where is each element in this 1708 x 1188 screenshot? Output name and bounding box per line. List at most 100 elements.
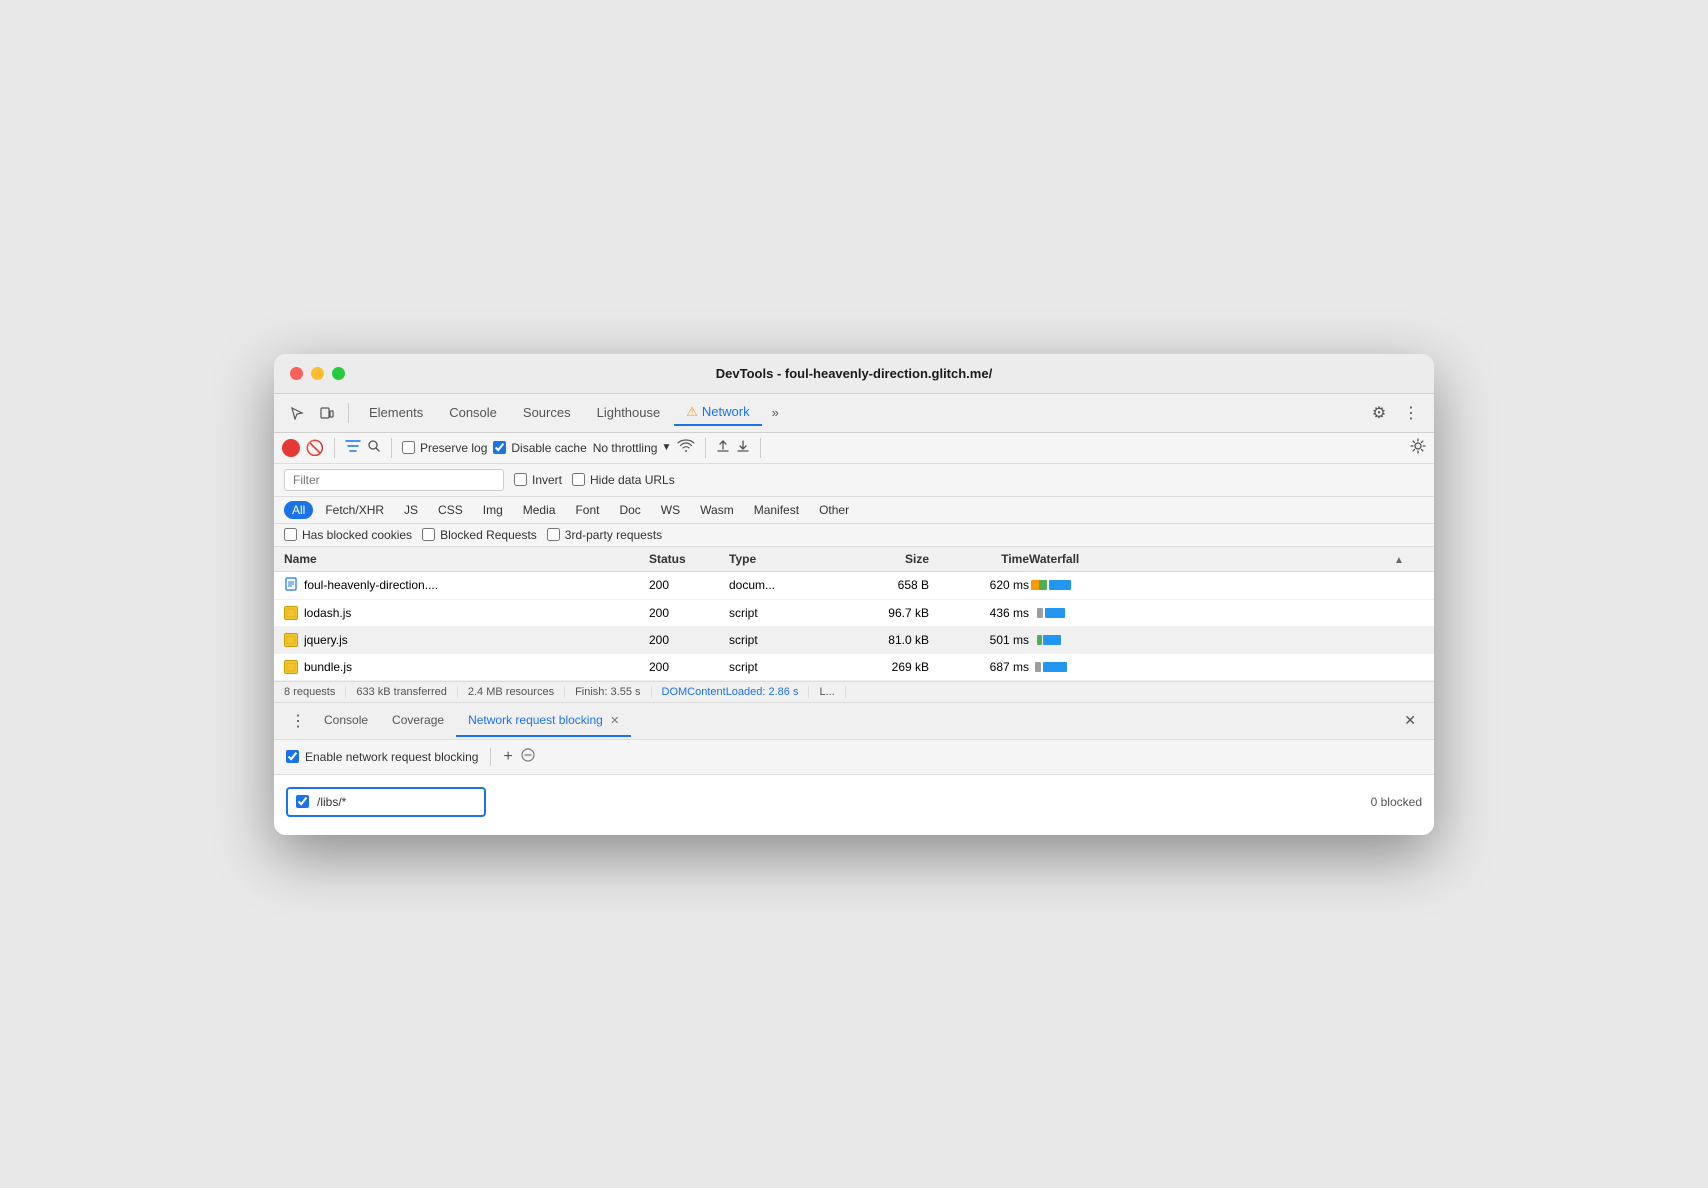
row-name: foul-heavenly-direction.... xyxy=(284,577,649,594)
row-type: docum... xyxy=(729,578,829,592)
status-bar: 8 requests 633 kB transferred 2.4 MB res… xyxy=(274,681,1434,703)
row-name-text: jquery.js xyxy=(304,633,348,647)
tab-network[interactable]: ⚠ Network xyxy=(674,400,761,426)
hide-data-urls-checkbox[interactable] xyxy=(572,473,585,486)
close-bottom-panel-button[interactable]: ✕ xyxy=(1396,706,1424,735)
blocked-count: 0 blocked xyxy=(1371,795,1422,809)
upload-icon[interactable] xyxy=(716,439,730,456)
type-filter-bar: All Fetch/XHR JS CSS Img Media Font Doc … xyxy=(274,497,1434,524)
blocked-requests-label[interactable]: Blocked Requests xyxy=(422,528,537,542)
blocking-pattern: /libs/* xyxy=(317,795,346,809)
col-size: Size xyxy=(829,552,929,566)
blocking-item-checkbox[interactable] xyxy=(296,795,309,808)
type-btn-media[interactable]: Media xyxy=(515,501,564,519)
type-btn-fetchxhr[interactable]: Fetch/XHR xyxy=(317,501,392,519)
blocking-row: /libs/* 0 blocked xyxy=(286,783,1422,821)
type-btn-css[interactable]: CSS xyxy=(430,501,471,519)
blocked-requests-checkbox[interactable] xyxy=(422,528,435,541)
third-party-checkbox[interactable] xyxy=(547,528,560,541)
clear-patterns-button[interactable] xyxy=(521,748,535,765)
network-settings-button[interactable] xyxy=(1410,438,1426,457)
more-tabs-button[interactable]: » xyxy=(764,401,787,424)
blocked-cookies-label[interactable]: Has blocked cookies xyxy=(284,528,412,542)
table-row[interactable]: lodash.js 200 script 96.7 kB 436 ms xyxy=(274,600,1434,627)
disable-cache-checkbox[interactable] xyxy=(493,441,506,454)
tab-elements[interactable]: Elements xyxy=(357,401,435,424)
search-button[interactable] xyxy=(367,439,381,456)
tab-lighthouse[interactable]: Lighthouse xyxy=(585,401,673,424)
traffic-lights xyxy=(290,367,345,380)
hide-data-urls-label[interactable]: Hide data URLs xyxy=(572,473,675,487)
type-btn-img[interactable]: Img xyxy=(475,501,511,519)
blocked-cookies-checkbox[interactable] xyxy=(284,528,297,541)
warning-icon: ⚠ xyxy=(686,404,698,420)
bottom-tab-coverage[interactable]: Coverage xyxy=(380,705,456,737)
blocking-item[interactable]: /libs/* xyxy=(286,787,486,817)
more-menu-button[interactable]: ⋮ xyxy=(1398,400,1424,426)
minimize-button[interactable] xyxy=(311,367,324,380)
enable-blocking-label[interactable]: Enable network request blocking xyxy=(286,750,478,764)
device-icon[interactable] xyxy=(314,400,340,426)
filter-icon[interactable] xyxy=(345,439,361,457)
third-party-label[interactable]: 3rd-party requests xyxy=(547,528,662,542)
col-time: Time xyxy=(929,552,1029,566)
toolbar-right: ⚙ ⋮ xyxy=(1366,400,1424,426)
row-time: 620 ms xyxy=(929,578,1029,592)
table-row[interactable]: bundle.js 200 script 269 kB 687 ms xyxy=(274,654,1434,681)
row-type: script xyxy=(729,660,829,674)
row-name: lodash.js xyxy=(284,606,649,620)
row-status: 200 xyxy=(649,578,729,592)
throttle-select[interactable]: No throttling ▼ xyxy=(593,441,672,455)
tab-console[interactable]: Console xyxy=(437,401,509,424)
divider xyxy=(705,438,706,458)
requests-count: 8 requests xyxy=(284,686,346,698)
add-pattern-button[interactable]: + xyxy=(503,748,512,766)
invert-checkbox[interactable] xyxy=(514,473,527,486)
type-btn-doc[interactable]: Doc xyxy=(611,501,648,519)
type-btn-other[interactable]: Other xyxy=(811,501,857,519)
table-row[interactable]: foul-heavenly-direction.... 200 docum...… xyxy=(274,572,1434,600)
js-icon xyxy=(284,660,298,674)
type-btn-manifest[interactable]: Manifest xyxy=(746,501,807,519)
col-name: Name xyxy=(284,552,649,566)
type-btn-all[interactable]: All xyxy=(284,501,313,519)
preserve-log-checkbox[interactable] xyxy=(402,441,415,454)
row-status: 200 xyxy=(649,606,729,620)
settings-button[interactable]: ⚙ xyxy=(1366,400,1392,426)
row-time: 436 ms xyxy=(929,606,1029,620)
enable-blocking-checkbox[interactable] xyxy=(286,750,299,763)
record-button[interactable] xyxy=(282,439,300,457)
tab-sources[interactable]: Sources xyxy=(511,401,583,424)
table-row[interactable]: jquery.js 200 script 81.0 kB 501 ms xyxy=(274,627,1434,654)
row-size: 81.0 kB xyxy=(829,633,929,647)
disable-cache-label[interactable]: Disable cache xyxy=(493,441,586,455)
filter-options: Invert Hide data URLs xyxy=(514,473,675,487)
close-tab-icon[interactable]: ✕ xyxy=(610,715,619,727)
bottom-more-button[interactable]: ⋮ xyxy=(284,703,312,739)
maximize-button[interactable] xyxy=(332,367,345,380)
type-btn-js[interactable]: JS xyxy=(396,501,426,519)
bottom-tab-console[interactable]: Console xyxy=(312,705,380,737)
wifi-icon[interactable] xyxy=(677,439,695,456)
resources: 2.4 MB resources xyxy=(458,686,565,698)
cursor-icon[interactable] xyxy=(284,400,310,426)
network-toolbar: 🚫 Preserve log Disable cache No throttli… xyxy=(274,433,1434,464)
invert-label[interactable]: Invert xyxy=(514,473,562,487)
clear-button[interactable]: 🚫 xyxy=(306,439,324,457)
blocking-list: /libs/* 0 blocked xyxy=(274,775,1434,835)
js-icon xyxy=(284,633,298,647)
download-icon[interactable] xyxy=(736,439,750,456)
type-btn-wasm[interactable]: Wasm xyxy=(692,501,742,519)
bottom-tab-network-blocking[interactable]: Network request blocking ✕ xyxy=(456,705,631,737)
window-title: DevTools - foul-heavenly-direction.glitc… xyxy=(716,366,992,381)
waterfall-cell xyxy=(1029,659,1394,675)
filter-input[interactable] xyxy=(284,469,504,491)
preserve-log-label[interactable]: Preserve log xyxy=(402,441,487,455)
type-btn-ws[interactable]: WS xyxy=(653,501,688,519)
finish-time: Finish: 3.55 s xyxy=(565,686,651,698)
sort-arrow[interactable]: ▲ xyxy=(1394,552,1424,566)
divider xyxy=(334,438,335,458)
row-size: 96.7 kB xyxy=(829,606,929,620)
close-button[interactable] xyxy=(290,367,303,380)
type-btn-font[interactable]: Font xyxy=(567,501,607,519)
